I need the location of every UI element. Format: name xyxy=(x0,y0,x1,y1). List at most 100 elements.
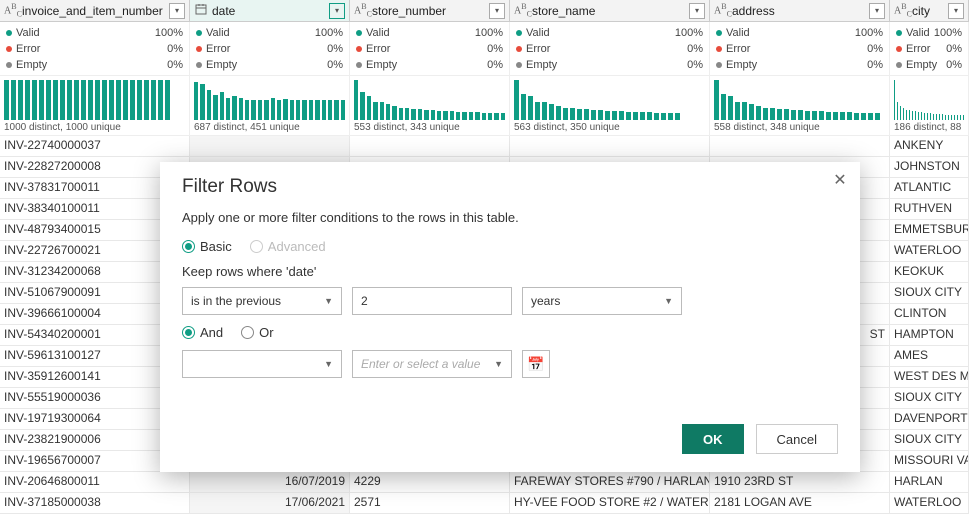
radio-icon xyxy=(182,240,195,253)
column-quality: Valid100% Error0% Empty0% xyxy=(710,22,890,75)
calendar-button[interactable]: 📅 xyxy=(522,350,550,378)
cell-invoice: INV-37185000038 xyxy=(0,493,190,513)
column-filter-button[interactable]: ▾ xyxy=(169,3,185,19)
column-name: date xyxy=(212,4,329,18)
column-distribution[interactable]: 563 distinct, 350 unique xyxy=(510,76,710,135)
radio-icon xyxy=(182,326,195,339)
logic-radio-group: And Or xyxy=(182,325,838,340)
column-name: store_name xyxy=(532,4,689,18)
unit-select[interactable]: years▼ xyxy=(522,287,682,315)
column-header[interactable]: ABC invoice_and_item_number ▾ xyxy=(0,0,190,21)
table-row[interactable]: INV-22740000037 ANKENY xyxy=(0,136,969,157)
column-quality: Valid100% Error0% Empty0% xyxy=(0,22,190,75)
column-filter-button[interactable]: ▾ xyxy=(869,3,885,19)
ok-button[interactable]: OK xyxy=(682,424,744,454)
column-name: invoice_and_item_number xyxy=(22,4,169,18)
cell-store-name: FAREWAY STORES #790 / HARLAN xyxy=(510,472,710,492)
text-type-icon: ABC xyxy=(894,2,908,18)
cell-date: 17/06/2021 xyxy=(190,493,350,513)
column-filter-button[interactable]: ▾ xyxy=(948,3,964,19)
value-input-2[interactable]: Enter or select a value▼ xyxy=(352,350,512,378)
column-filter-button[interactable]: ▾ xyxy=(689,3,705,19)
column-filter-button[interactable]: ▾ xyxy=(489,3,505,19)
text-type-icon: ABC xyxy=(514,2,528,18)
cell-invoice: INV-20646800011 xyxy=(0,472,190,492)
cell-invoice: INV-22740000037 xyxy=(0,136,190,156)
table-row[interactable]: INV-37185000038 17/06/2021 2571 HY-VEE F… xyxy=(0,493,969,514)
advanced-label: Advanced xyxy=(268,239,326,254)
value-input[interactable]: 2 xyxy=(352,287,512,315)
column-header[interactable]: ABC store_number ▾ xyxy=(350,0,510,21)
text-type-icon: ABC xyxy=(714,2,728,18)
dialog-subtitle: Apply one or more filter conditions to t… xyxy=(182,210,838,225)
column-quality: Valid100% Error0% Empty0% xyxy=(510,22,710,75)
cell-store-name xyxy=(510,136,710,156)
basic-label: Basic xyxy=(200,239,232,254)
column-quality-row: Valid100% Error0% Empty0% Valid100% Erro… xyxy=(0,22,969,76)
column-name: store_number xyxy=(372,4,489,18)
date-type-icon xyxy=(194,3,208,18)
cell-store-number xyxy=(350,136,510,156)
cancel-button[interactable]: Cancel xyxy=(756,424,838,454)
or-radio[interactable]: Or xyxy=(241,325,273,340)
text-type-icon: ABC xyxy=(354,2,368,18)
cell-store-name: HY-VEE FOOD STORE #2 / WATERLOO xyxy=(510,493,710,513)
cell-city: MISSOURI VALL xyxy=(890,451,969,471)
condition-select-2[interactable]: ▼ xyxy=(182,350,342,378)
close-icon[interactable]: ✕ xyxy=(830,170,850,190)
column-quality: Valid100% Error0% Empty0% xyxy=(350,22,510,75)
column-distribution[interactable]: 553 distinct, 343 unique xyxy=(350,76,510,135)
cell-address: 1910 23RD ST xyxy=(710,472,890,492)
cell-city: RUTHVEN xyxy=(890,199,969,219)
cell-city: ATLANTIC xyxy=(890,178,969,198)
cell-city: KEOKUK xyxy=(890,262,969,282)
cell-store-number: 2571 xyxy=(350,493,510,513)
column-name: address xyxy=(732,4,869,18)
radio-icon xyxy=(241,326,254,339)
chevron-down-icon: ▼ xyxy=(324,296,333,306)
filter-condition-2: ▼ Enter or select a value▼ 📅 xyxy=(182,350,838,378)
condition-select[interactable]: is in the previous▼ xyxy=(182,287,342,315)
chevron-down-icon: ▼ xyxy=(324,359,333,369)
cell-city: ANKENY xyxy=(890,136,969,156)
column-quality: Valid100% Error0% Empty0% xyxy=(190,22,350,75)
column-header[interactable]: ABC store_name ▾ xyxy=(510,0,710,21)
column-distribution[interactable]: 1000 distinct, 1000 unique xyxy=(0,76,190,135)
advanced-radio[interactable]: Advanced xyxy=(250,239,326,254)
basic-radio[interactable]: Basic xyxy=(182,239,232,254)
column-header[interactable]: ABC city ▾ xyxy=(890,0,969,21)
and-radio[interactable]: And xyxy=(182,325,223,340)
column-distribution[interactable]: 186 distinct, 88 xyxy=(890,76,969,135)
cell-city: WEST DES MOI xyxy=(890,367,969,387)
table-row[interactable]: INV-20646800011 16/07/2019 4229 FAREWAY … xyxy=(0,472,969,493)
filter-rows-dialog: ✕ Filter Rows Apply one or more filter c… xyxy=(160,162,860,472)
column-distribution[interactable]: 558 distinct, 348 unique xyxy=(710,76,890,135)
cell-city: JOHNSTON xyxy=(890,157,969,177)
cell-city: SIOUX CITY xyxy=(890,283,969,303)
keep-rows-label: Keep rows where 'date' xyxy=(182,264,838,279)
cell-city: DAVENPORT xyxy=(890,409,969,429)
calendar-icon: 📅 xyxy=(527,356,544,373)
cell-city: SIOUX CITY xyxy=(890,430,969,450)
cell-city: CLINTON xyxy=(890,304,969,324)
chevron-down-icon: ▼ xyxy=(664,296,673,306)
or-label: Or xyxy=(259,325,273,340)
filter-condition-1: is in the previous▼ 2 years▼ xyxy=(182,287,838,315)
dialog-title: Filter Rows xyxy=(182,176,838,198)
column-header[interactable]: date ▾ xyxy=(190,0,350,21)
cell-city: WATERLOO xyxy=(890,241,969,261)
column-name: city xyxy=(912,4,948,18)
column-header-row: ABC invoice_and_item_number ▾ date ▾ ABC… xyxy=(0,0,969,22)
column-distribution-row: 1000 distinct, 1000 unique 687 distinct,… xyxy=(0,76,969,136)
column-quality: Valid100% Error0% Empty0% xyxy=(890,22,969,75)
column-header[interactable]: ABC address ▾ xyxy=(710,0,890,21)
cell-city: EMMETSBURG xyxy=(890,220,969,240)
column-filter-button[interactable]: ▾ xyxy=(329,3,345,19)
text-type-icon: ABC xyxy=(4,2,18,18)
cell-address xyxy=(710,136,890,156)
cell-city: SIOUX CITY xyxy=(890,388,969,408)
column-distribution[interactable]: 687 distinct, 451 unique xyxy=(190,76,350,135)
and-label: And xyxy=(200,325,223,340)
cell-date: 16/07/2019 xyxy=(190,472,350,492)
cell-address: 2181 LOGAN AVE xyxy=(710,493,890,513)
